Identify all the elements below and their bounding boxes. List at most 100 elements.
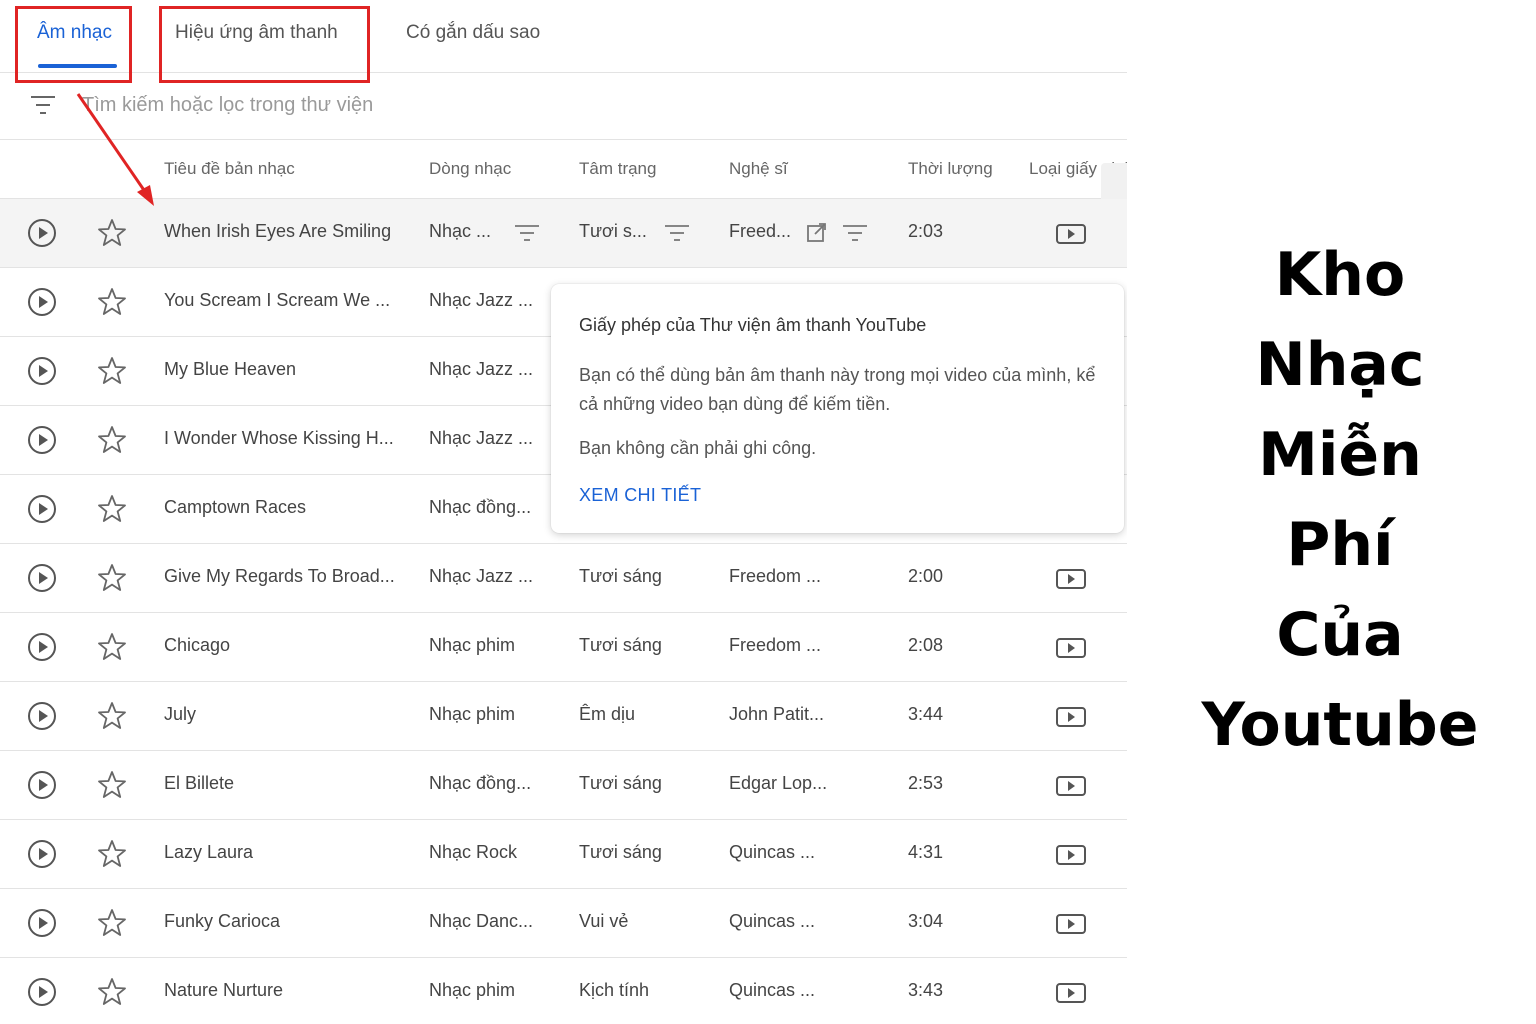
tab-music[interactable]: Âm nhạc xyxy=(37,22,112,44)
track-genre: Nhạc đồng... xyxy=(429,773,532,793)
popover-attribution-note: Bạn không cần phải ghi công. xyxy=(579,438,817,458)
license-youtube-icon[interactable] xyxy=(1055,637,1087,659)
tab-sound-effects[interactable]: Hiệu ứng âm thanh xyxy=(175,22,338,44)
star-icon[interactable] xyxy=(96,838,128,870)
play-icon[interactable] xyxy=(27,356,57,386)
table-row[interactable]: Give My Regards To Broad... Nhạc Jazz ...… xyxy=(0,544,1127,613)
track-genre: Nhạc phim xyxy=(429,635,516,655)
popover-title: Giấy phép của Thư viện âm thanh YouTube xyxy=(579,315,927,335)
license-youtube-icon[interactable] xyxy=(1055,844,1087,866)
track-genre: Nhạc Rock xyxy=(429,842,518,862)
table-row[interactable]: Funky Carioca Nhạc Danc... Vui vẻ Quincas .… xyxy=(0,889,1127,958)
column-header-genre[interactable]: Dòng nhạc xyxy=(429,159,511,179)
license-popover: Giấy phép của Thư viện âm thanh YouTube … xyxy=(551,284,1124,533)
track-mood: Tươi sáng xyxy=(579,773,662,793)
star-icon[interactable] xyxy=(96,355,128,387)
license-youtube-icon[interactable] xyxy=(1055,775,1087,797)
track-genre: Nhạc Jazz ... xyxy=(429,428,534,448)
star-icon[interactable] xyxy=(96,562,128,594)
track-mood: Tươi sáng xyxy=(579,635,662,655)
play-icon[interactable] xyxy=(27,908,57,938)
track-mood: Êm dịu xyxy=(579,704,636,724)
column-header-duration[interactable]: Thời lượng xyxy=(908,159,993,179)
track-genre: Nhạc Jazz ... xyxy=(429,290,534,310)
caption-line: Miễn xyxy=(1258,420,1422,490)
filter-mood-icon[interactable] xyxy=(664,220,690,246)
tab-starred[interactable]: Có gắn dấu sao xyxy=(406,22,540,44)
track-title: Funky Carioca xyxy=(164,911,281,931)
play-icon[interactable] xyxy=(27,632,57,662)
star-icon[interactable] xyxy=(96,907,128,939)
caption-line: Youtube xyxy=(1201,690,1479,760)
table-row[interactable]: Chicago Nhạc phim Tươi sáng Freedom ... 2:08 xyxy=(0,613,1127,682)
track-genre: Nhạc Jazz ... xyxy=(429,566,534,586)
play-icon[interactable] xyxy=(27,977,57,1007)
external-link-icon[interactable] xyxy=(804,220,830,246)
column-header-artist[interactable]: Nghệ sĩ xyxy=(729,159,788,179)
table-row[interactable]: July Nhạc phim Êm dịu John Patit... 3:44 xyxy=(0,682,1127,751)
caption-line: Nhạc xyxy=(1255,330,1425,400)
play-icon[interactable] xyxy=(27,770,57,800)
license-youtube-icon[interactable] xyxy=(1055,706,1087,728)
track-duration: 3:04 xyxy=(908,911,944,931)
track-title: July xyxy=(164,704,197,724)
track-mood: Tươi sáng xyxy=(579,566,662,586)
star-icon[interactable] xyxy=(96,493,128,525)
filter-artist-icon[interactable] xyxy=(842,220,868,246)
see-details-link[interactable]: XEM CHI TIẾT xyxy=(579,485,701,506)
table-row[interactable]: When Irish Eyes Are Smiling Nhạc ... Tươi … xyxy=(0,199,1127,268)
track-genre: Nhạc phim xyxy=(429,704,516,724)
search-input[interactable] xyxy=(82,88,682,122)
play-icon[interactable] xyxy=(27,839,57,869)
play-icon[interactable] xyxy=(27,701,57,731)
track-title: Camptown Races xyxy=(164,497,307,517)
track-title: El Billete xyxy=(164,773,235,793)
track-mood: Kịch tính xyxy=(579,980,650,1000)
filter-genre-icon[interactable] xyxy=(514,220,540,246)
track-artist: Freedom ... xyxy=(729,635,822,655)
track-duration: 2:08 xyxy=(908,635,944,655)
star-icon[interactable] xyxy=(96,424,128,456)
play-icon[interactable] xyxy=(27,563,57,593)
license-youtube-icon[interactable] xyxy=(1055,568,1087,590)
star-icon[interactable] xyxy=(96,976,128,1008)
track-title: You Scream I Scream We ... xyxy=(164,290,391,310)
track-artist: Quincas ... xyxy=(729,980,816,1000)
track-title: I Wonder Whose Kissing H... xyxy=(164,428,394,448)
play-icon[interactable] xyxy=(27,287,57,317)
play-icon[interactable] xyxy=(27,218,57,248)
star-icon[interactable] xyxy=(96,217,128,249)
star-icon[interactable] xyxy=(96,631,128,663)
column-header-mood[interactable]: Tâm trạng xyxy=(579,159,656,179)
track-genre: Nhạc đồng... xyxy=(429,497,532,517)
star-icon[interactable] xyxy=(96,769,128,801)
license-youtube-icon[interactable] xyxy=(1055,982,1087,1004)
caption-title: Kho Nhạc Miễn Phí Của Youtube xyxy=(1150,230,1530,770)
star-icon[interactable] xyxy=(96,286,128,318)
play-icon[interactable] xyxy=(27,494,57,524)
table-row[interactable]: Lazy Laura Nhạc Rock Tươi sáng Quincas ... 4… xyxy=(0,820,1127,889)
star-icon[interactable] xyxy=(96,700,128,732)
license-youtube-icon[interactable] xyxy=(1055,223,1087,245)
track-duration: 2:53 xyxy=(908,773,944,793)
license-youtube-icon[interactable] xyxy=(1055,913,1087,935)
table-row[interactable]: El Billete Nhạc đồng... Tươi sáng Edgar Lop… xyxy=(0,751,1127,820)
track-duration: 2:03 xyxy=(908,221,944,241)
track-title: When Irish Eyes Are Smiling xyxy=(164,221,392,241)
table-row[interactable]: Nature Nurture Nhạc phim Kịch tính Quincas … xyxy=(0,958,1127,1024)
track-genre: Nhạc Danc... xyxy=(429,911,534,931)
play-icon[interactable] xyxy=(27,425,57,455)
popover-description: Bạn có thể dùng bản âm thanh này trong m… xyxy=(579,365,1096,414)
track-title: Give My Regards To Broad... xyxy=(164,566,395,586)
active-tab-indicator xyxy=(38,64,117,68)
track-genre: Nhạc phim xyxy=(429,980,516,1000)
track-artist: Edgar Lop... xyxy=(729,773,828,793)
column-header-title[interactable]: Tiêu đề bản nhạc xyxy=(164,159,295,179)
track-artist: Quincas ... xyxy=(729,911,816,931)
track-duration: 3:43 xyxy=(908,980,944,1000)
filter-icon[interactable] xyxy=(29,94,57,116)
track-mood: Tươi s... xyxy=(579,221,647,241)
caption-line: Kho xyxy=(1274,240,1406,310)
track-duration: 2:00 xyxy=(908,566,944,586)
track-genre: Nhạc ... xyxy=(429,221,492,241)
